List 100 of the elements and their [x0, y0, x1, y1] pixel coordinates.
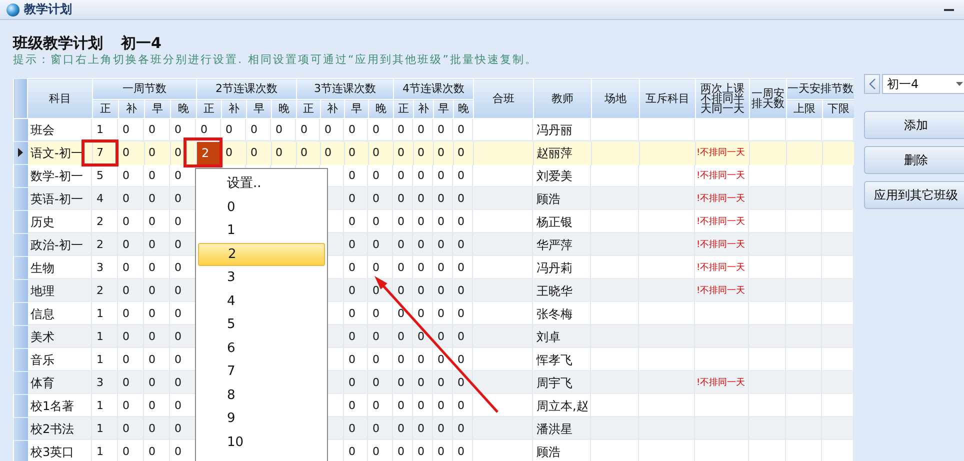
table-cell-text: 0: [122, 352, 130, 368]
table-cell: 0: [394, 118, 414, 142]
menu-item[interactable]: 7: [198, 360, 325, 384]
action-button[interactable]: 应用到其它班级: [864, 181, 964, 209]
table-cell: 冯丹丽: [534, 118, 592, 142]
table-cell: 0: [454, 118, 474, 142]
menu-item[interactable]: 8: [198, 384, 325, 407]
table-cell-text: 0: [348, 329, 356, 345]
table-cell: 0: [170, 118, 196, 142]
table-cell-text: 顾浩: [536, 444, 562, 461]
table-cell: 0: [272, 142, 296, 164]
table-cell-text: 2: [96, 214, 104, 230]
table-cell-text: 1: [96, 352, 104, 368]
table-cell-text: 0: [456, 329, 466, 345]
table-cell-text: 0: [148, 214, 156, 230]
column-subheader: 补: [222, 100, 246, 118]
menu-item[interactable]: 6: [198, 336, 325, 360]
table-cell: 体育: [28, 372, 92, 394]
previous-button[interactable]: [864, 74, 880, 94]
table-cell: 0: [368, 164, 394, 188]
table-cell-text: 0: [348, 444, 356, 460]
table-cell-text: 0: [416, 329, 426, 345]
table-cell-text: 0: [348, 214, 356, 230]
table-cell-text: 0: [436, 398, 446, 414]
class-dropdown[interactable]: 初一4: [882, 74, 964, 94]
action-button[interactable]: 添加: [864, 111, 964, 139]
column-subheader: 早: [246, 100, 272, 118]
table-cell-text: 周立本,赵: [536, 398, 590, 415]
table-cell-text: 0: [372, 375, 380, 391]
menu-item[interactable]: 4: [198, 290, 325, 313]
table-cell-text: 0: [122, 283, 130, 299]
table-cell-text: 0: [148, 260, 156, 276]
highlight-box: [184, 138, 222, 168]
table-cell: !不排同一天: [696, 142, 750, 164]
table-cell: 政治-初一: [28, 234, 92, 256]
table-cell-text: 0: [396, 352, 406, 368]
table-cell: 校1名著: [28, 394, 92, 418]
table-cell: 0: [320, 118, 344, 142]
menu-item[interactable]: 2: [198, 242, 325, 266]
table-cell-text: 0: [436, 191, 446, 207]
table-cell: 0: [394, 142, 414, 164]
table-cell-text: 0: [174, 398, 182, 414]
table-cell: 0: [344, 164, 368, 188]
table-cell-text: !不排同一天: [696, 192, 746, 206]
table-cell-text: 0: [348, 237, 356, 253]
menu-item[interactable]: 5: [198, 313, 325, 336]
table-cell: 0: [344, 142, 368, 164]
table-cell-text: 0: [396, 444, 406, 460]
table-cell-text: 周宇飞: [536, 375, 574, 392]
globe-icon: [6, 2, 20, 16]
table-cell-text: 0: [396, 306, 406, 322]
table-cell-text: 3: [96, 260, 104, 276]
table-cell-text: 0: [348, 306, 356, 322]
table-cell-text: 3: [96, 375, 104, 391]
table-cell: 0: [118, 118, 144, 142]
column-subheader: 晚: [454, 100, 474, 118]
table-cell-text: 张冬梅: [536, 306, 574, 323]
menu-item[interactable]: 1: [198, 219, 325, 242]
table-cell-text: 0: [456, 191, 466, 207]
table-cell-text: 0: [436, 421, 446, 437]
table-cell-text: !不排同一天: [696, 284, 746, 298]
menu-item[interactable]: 0: [198, 196, 325, 219]
menu-item[interactable]: 设置..: [198, 172, 325, 196]
column-subheader: 晚: [170, 100, 196, 118]
table-cell-text: 0: [148, 237, 156, 253]
table-cell: 0: [434, 118, 454, 142]
menu-item[interactable]: 3: [198, 266, 325, 290]
column-header: 一天安排节数: [786, 78, 854, 100]
table-cell: 5: [92, 164, 118, 188]
column-header: 互斥科目: [640, 78, 696, 118]
page-heading: 班级教学计划: [13, 34, 103, 53]
column-header: 合班: [474, 78, 534, 118]
table-cell-text: 0: [372, 421, 380, 437]
table-cell-text: 0: [396, 329, 406, 345]
table-cell-text: 0: [148, 398, 156, 414]
table-cell: 0: [196, 118, 222, 142]
table-cell: 0: [246, 118, 272, 142]
table-cell-text: 0: [372, 398, 380, 414]
table-cell-text: 0: [174, 306, 182, 322]
table-cell-text: 0: [122, 260, 130, 276]
table-cell-text: 0: [436, 306, 446, 322]
column-subheader: 上限: [786, 100, 822, 118]
column-subheader: 补: [320, 100, 344, 118]
table-cell-text: !不排同一天: [696, 216, 746, 229]
table-cell-text: !不排同一天: [696, 262, 746, 275]
table-cell-text: 王晓华: [536, 283, 574, 300]
table-cell-text: 0: [396, 398, 406, 414]
action-button[interactable]: 删除: [864, 146, 964, 174]
table-cell: 赵丽萍: [534, 142, 592, 164]
table-cell-text: 0: [456, 352, 466, 368]
table-cell-text: 0: [122, 237, 130, 253]
column-subheader: 补: [414, 100, 434, 118]
table-cell-text: 0: [396, 375, 406, 391]
menu-item[interactable]: 10: [198, 430, 325, 454]
table-cell-text: 冯丹莉: [536, 260, 574, 277]
table-cell-text: 0: [416, 237, 426, 253]
table-cell: 0: [144, 118, 170, 142]
table-cell: 0: [394, 164, 414, 188]
table-cell: 0: [170, 164, 196, 188]
menu-item[interactable]: 9: [198, 407, 325, 430]
